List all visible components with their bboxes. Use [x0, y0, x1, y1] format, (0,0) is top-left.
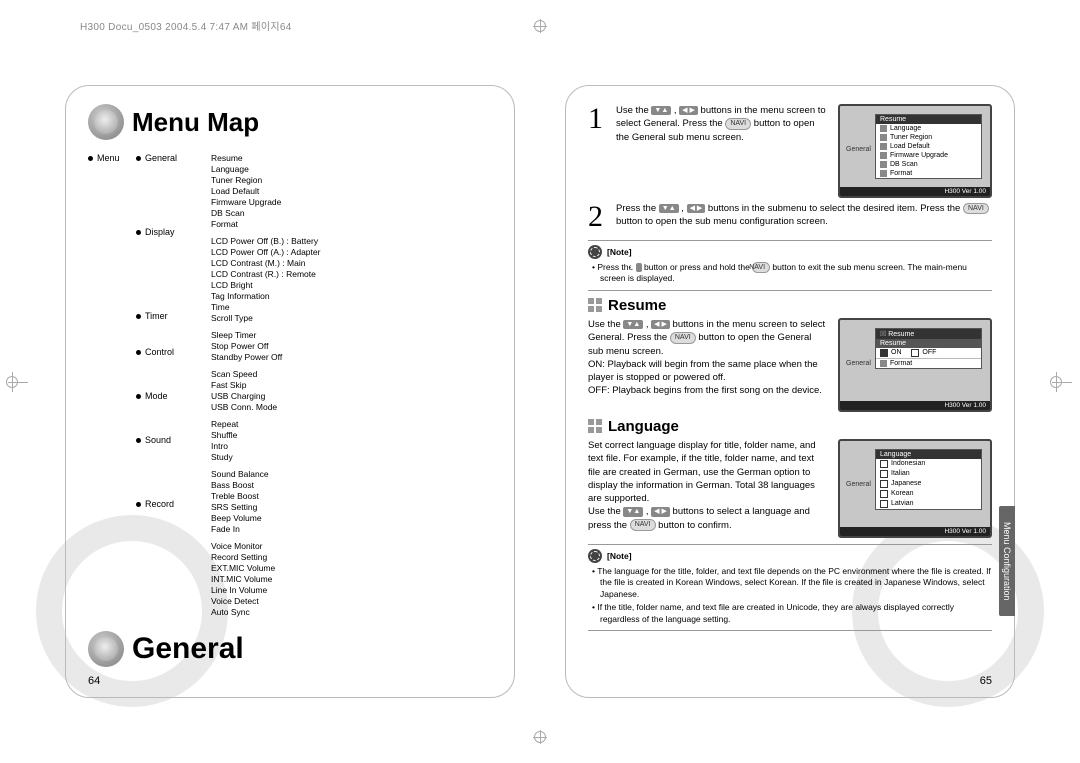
- navi-button-icon: NAVI: [670, 332, 696, 344]
- print-header: H300 Docu_0503 2004.5.4 7:47 AM 페이지64: [80, 18, 292, 33]
- section-title-language: Language: [608, 418, 679, 435]
- title-menu-map: Menu Map: [132, 107, 259, 138]
- tree-items: RepeatShuffleIntroStudy: [211, 418, 492, 462]
- step-number-2: 2: [588, 202, 610, 232]
- page-left: Menu Map Menu General Display Timer Cont…: [65, 85, 515, 698]
- tree-items: Voice MonitorRecord SettingEXT.MIC Volum…: [211, 540, 492, 617]
- crop-mark-top: [534, 20, 546, 32]
- nav-up-down-icon: ▼▲: [651, 106, 671, 116]
- note-label: [Note]: [607, 551, 632, 561]
- menu-map-tree: Menu General Display Timer Control Mode …: [88, 152, 492, 623]
- nav-left-right-icon: ◀ ▶: [687, 204, 706, 214]
- menu-map-icon: [88, 104, 124, 140]
- note-box-1: [Note] Press the ■ button or press and h…: [588, 240, 992, 291]
- navi-button-icon: NAVI: [752, 262, 770, 273]
- tree-cat: Record: [136, 498, 211, 510]
- note-label: [Note]: [607, 247, 632, 257]
- tree-items: LCD Power Off (B.) : BatteryLCD Power Of…: [211, 235, 492, 323]
- crop-mark-right: [1052, 372, 1072, 392]
- nav-up-down-icon: ▼▲: [623, 320, 643, 330]
- note-box-2: [Note] The language for the title, folde…: [588, 544, 992, 631]
- section-icon: [588, 298, 602, 312]
- nav-up-down-icon: ▼▲: [623, 507, 643, 517]
- tree-items: Sound BalanceBass BoostTreble BoostSRS S…: [211, 468, 492, 534]
- page-right: 1 Use the ▼▲ , ◀ ▶ buttons in the menu s…: [565, 85, 1015, 698]
- tree-items: ResumeLanguageTuner RegionLoad DefaultFi…: [211, 152, 492, 229]
- step-number-1: 1: [588, 104, 610, 144]
- screenshot-resume: General ☒ Resume Resume ON OFF Format H3…: [838, 318, 992, 412]
- language-text: Set correct language display for title, …: [588, 439, 828, 538]
- page-number: 64: [88, 675, 100, 687]
- note-icon: [588, 245, 602, 259]
- tree-cat: Sound: [136, 434, 211, 446]
- title-general: General: [132, 632, 244, 666]
- step-1-text: Use the ▼▲ , ◀ ▶ buttons in the menu scr…: [616, 104, 828, 144]
- screenshot-general-submenu: General Resume Language Tuner Region Loa…: [838, 104, 992, 198]
- nav-up-down-icon: ▼▲: [659, 204, 679, 214]
- tree-cat: General: [136, 152, 211, 164]
- nav-left-right-icon: ◀ ▶: [679, 106, 698, 116]
- tree-cat: Display: [136, 226, 211, 238]
- navi-button-icon: NAVI: [963, 203, 989, 215]
- section-title-resume: Resume: [608, 297, 666, 314]
- step-2-text: Press the ▼▲ , ◀ ▶ buttons in the submen…: [616, 202, 992, 232]
- nav-left-right-icon: ◀ ▶: [651, 320, 670, 330]
- nav-left-right-icon: ◀ ▶: [651, 507, 670, 517]
- tree-items: Scan SpeedFast SkipUSB ChargingUSB Conn.…: [211, 368, 492, 412]
- note-icon: [588, 549, 602, 563]
- tree-items: Sleep TimerStop Power OffStandby Power O…: [211, 329, 492, 362]
- tree-root: Menu: [88, 152, 136, 164]
- tree-cat: Control: [136, 346, 211, 358]
- general-icon: [88, 631, 124, 667]
- section-icon: [588, 419, 602, 433]
- crop-mark-left: [8, 372, 28, 392]
- crop-mark-bottom: [534, 731, 546, 743]
- side-tab-menu-configuration: Menu Configuration: [999, 506, 1015, 616]
- tree-cat: Timer: [136, 310, 211, 322]
- screenshot-language: General Language Indonesian Italian Japa…: [838, 439, 992, 538]
- page-number: 65: [980, 675, 992, 687]
- navi-button-icon: NAVI: [725, 118, 751, 130]
- tree-cat: Mode: [136, 390, 211, 402]
- resume-text: Use the ▼▲ , ◀ ▶ buttons in the menu scr…: [588, 318, 828, 412]
- navi-button-icon: NAVI: [630, 519, 656, 531]
